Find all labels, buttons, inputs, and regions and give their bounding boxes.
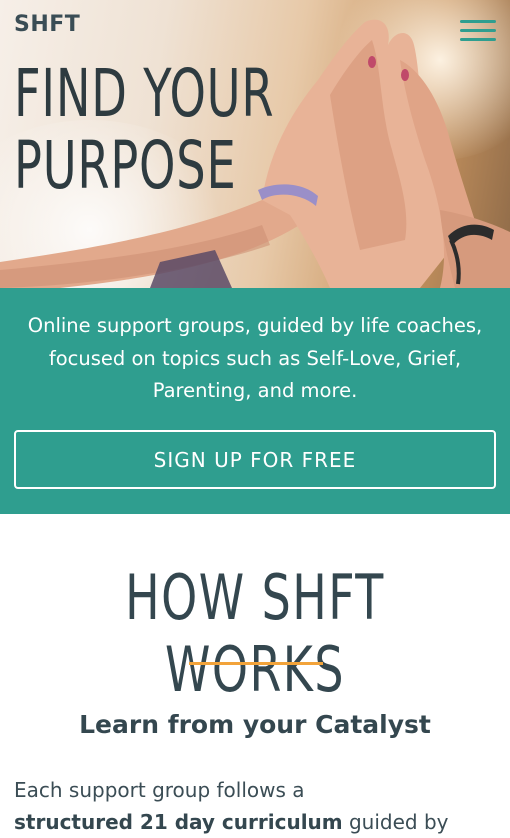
section-divider (189, 662, 323, 665)
hero-title-line: PURPOSE (14, 127, 237, 204)
section-body-text: Each support group follows a structured 2… (14, 774, 504, 838)
tagline-text: Online support groups, guided by life co… (27, 314, 483, 402)
body-text-emphasis: structured 21 day curriculum (14, 810, 343, 834)
hero-banner: SHFT FIND YOUR PURPOSE (0, 0, 510, 288)
section-subheading: Learn from your Catalyst (79, 710, 431, 739)
hamburger-menu-icon[interactable] (460, 20, 498, 46)
body-text-suffix: guided by (342, 810, 449, 834)
intro-band: Online support groups, guided by life co… (0, 288, 510, 514)
shft-logo[interactable]: SHFT (14, 12, 80, 37)
hero-title-line: FIND YOUR (14, 55, 275, 132)
sign-up-button[interactable]: SIGN UP FOR FREE (14, 430, 496, 489)
body-text-prefix: Each support group follows a (14, 778, 305, 802)
section-title: HOW SHFT WORKS (125, 561, 385, 706)
hero-title: FIND YOUR PURPOSE (14, 58, 295, 202)
